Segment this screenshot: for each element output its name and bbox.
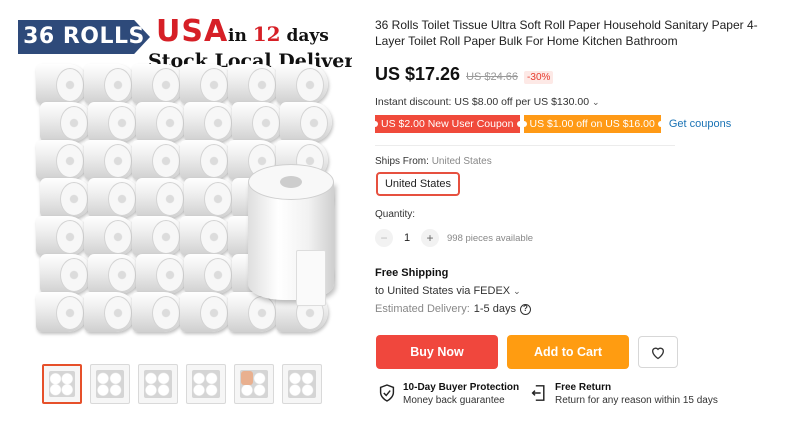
product-thumbnail[interactable] (234, 364, 274, 404)
price-row: US $17.26 US $24.66 -30% (375, 64, 554, 85)
free-return: Free Return Return for any reason within… (531, 382, 718, 407)
instant-discount-text: Instant discount: US $8.00 off per US $1… (375, 96, 590, 108)
single-toilet-roll (248, 164, 334, 306)
toilet-roll (180, 292, 232, 332)
thumbnail-image (144, 370, 172, 398)
toilet-roll (132, 64, 184, 104)
instant-discount[interactable]: Instant discount: US $8.00 off per US $1… (375, 96, 600, 108)
toilet-roll (180, 140, 232, 180)
toilet-roll (280, 102, 332, 142)
buyer-protection-subtitle: Money back guarantee (403, 395, 505, 406)
product-thumbnail[interactable] (90, 364, 130, 404)
usa-label: USA (156, 14, 229, 49)
product-thumbnail[interactable] (42, 364, 82, 404)
toilet-roll (36, 216, 88, 256)
toilet-roll (180, 216, 232, 256)
roll-sheet (296, 250, 326, 306)
thumbnail-image (49, 371, 75, 397)
quantity-value[interactable]: 1 (401, 232, 413, 244)
toilet-roll (276, 64, 328, 104)
question-icon[interactable]: ? (519, 303, 531, 315)
product-thumbnail[interactable] (282, 364, 322, 404)
toilet-roll (136, 254, 188, 294)
product-thumbnail[interactable] (186, 364, 226, 404)
quantity-label: Quantity: (375, 209, 416, 220)
toilet-roll (40, 178, 92, 218)
return-arrow-icon (531, 385, 545, 401)
buyer-protection-title: 10-Day Buyer Protection (403, 382, 520, 393)
shield-check-icon (379, 384, 395, 402)
days-number: 12 (252, 22, 281, 46)
toilet-roll (36, 292, 88, 332)
toilet-roll (184, 254, 236, 294)
ships-from-value: United States (431, 156, 492, 167)
toilet-roll (184, 102, 236, 142)
toilet-roll (136, 178, 188, 218)
quantity-increase-button[interactable]: + (421, 229, 439, 247)
heart-icon (651, 347, 665, 359)
estimated-delivery-label: Estimated Delivery: (375, 303, 470, 315)
original-price: US $24.66 (466, 71, 519, 83)
toilet-roll (84, 216, 136, 256)
ships-from-key: Ships From: (375, 156, 429, 167)
toilet-roll (40, 254, 92, 294)
ships-from-option-united-states[interactable]: United States (376, 172, 460, 196)
free-shipping-title: Free Shipping (375, 267, 449, 279)
chevron-down-icon: ⌄ (592, 96, 600, 107)
toilet-roll (228, 64, 280, 104)
chevron-down-icon: ⌄ (513, 285, 521, 296)
thumbnail-image (96, 370, 124, 398)
in-text: in (228, 26, 247, 46)
toilet-roll (132, 140, 184, 180)
current-price: US $17.26 (375, 64, 461, 84)
toilet-roll (84, 292, 136, 332)
divider (375, 145, 675, 146)
ships-from-label: Ships From: United States (375, 156, 492, 167)
thumbnail-person (241, 371, 253, 385)
estimated-delivery-value: 1-5 days (473, 303, 516, 315)
toilet-roll (88, 254, 140, 294)
free-return-title: Free Return (555, 382, 612, 393)
product-thumbnail[interactable] (138, 364, 178, 404)
toilet-roll (84, 64, 136, 104)
new-user-coupon[interactable]: US $2.00 New User Coupon (372, 115, 522, 133)
toilet-roll (180, 64, 232, 104)
free-return-subtitle: Return for any reason within 15 days (555, 395, 718, 406)
toilet-roll (36, 64, 88, 104)
store-coupon[interactable]: US $1.00 off on US $16.00 (520, 115, 665, 133)
toilet-roll (184, 178, 236, 218)
toilet-roll (88, 178, 140, 218)
wishlist-button[interactable] (638, 336, 678, 368)
toilet-roll (132, 216, 184, 256)
buyer-protection: 10-Day Buyer Protection Money back guara… (379, 382, 519, 407)
toilet-roll (84, 140, 136, 180)
get-coupons-link[interactable]: Get coupons (669, 118, 731, 130)
delivery-days-label: in 12 days (228, 22, 329, 46)
thumbnail-image (192, 370, 220, 398)
quantity-stepper: − 1 + 998 pieces available (375, 229, 533, 247)
rolls-count-badge: 36 ROLLS (18, 20, 150, 54)
product-title: 36 Rolls Toilet Tissue Ultra Soft Roll P… (375, 18, 758, 48)
pieces-available: 998 pieces available (447, 232, 534, 244)
quantity-decrease-button[interactable]: − (375, 229, 393, 247)
add-to-cart-button[interactable]: Add to Cart (507, 335, 629, 369)
shipping-destination[interactable]: to United States via FEDEX ⌄ (375, 285, 521, 297)
toilet-roll (136, 102, 188, 142)
toilet-roll (40, 102, 92, 142)
thumbnail-gallery (42, 364, 322, 404)
days-text: days (286, 26, 329, 46)
estimated-delivery: Estimated Delivery: 1-5 days ? (375, 303, 531, 315)
product-main-image: 36 ROLLS USA in 12 days Stock Local Deli… (14, 12, 352, 357)
toilet-roll (132, 292, 184, 332)
coupon-row: US $2.00 New User Coupon US $1.00 off on… (372, 115, 731, 133)
roll-top (248, 164, 334, 200)
shipping-destination-text: to United States via FEDEX (375, 285, 511, 297)
toilet-roll (88, 102, 140, 142)
toilet-roll (232, 102, 284, 142)
discount-badge: -30% (524, 71, 554, 84)
buy-now-button[interactable]: Buy Now (376, 335, 498, 369)
thumbnail-image (288, 370, 316, 398)
toilet-roll (36, 140, 88, 180)
